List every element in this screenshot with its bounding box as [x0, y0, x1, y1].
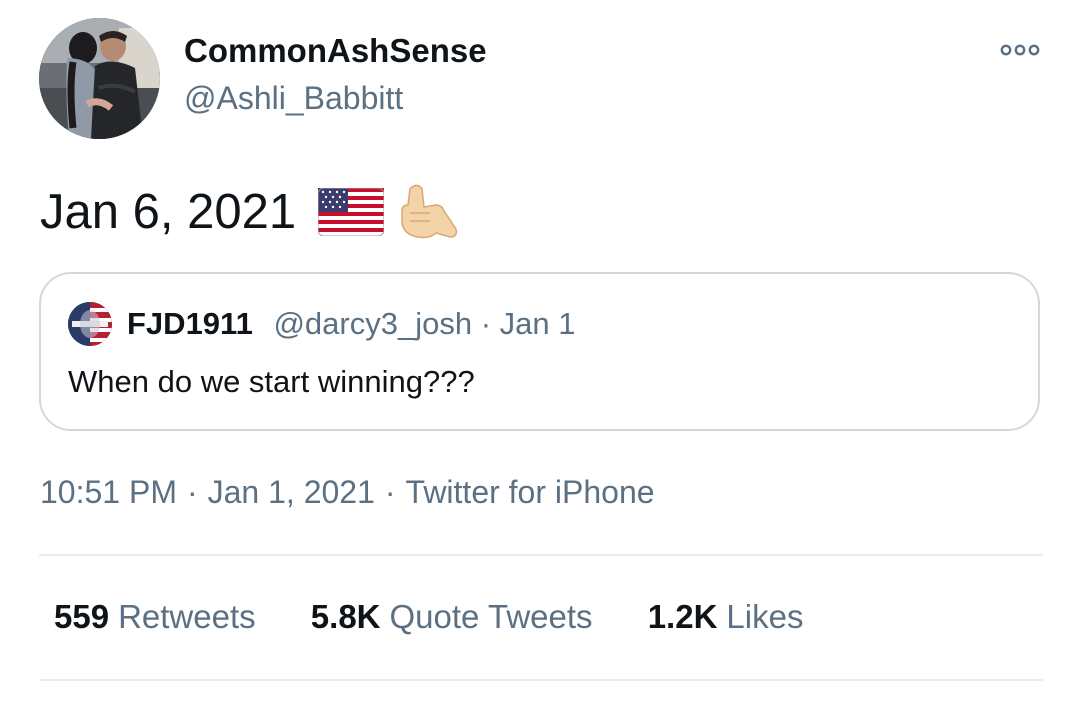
meta-separator-2: · — [384, 474, 396, 510]
tweet-source[interactable]: Twitter for iPhone — [406, 474, 655, 510]
likes-count: 1.2K — [647, 598, 718, 635]
quote-tweets-stat[interactable]: 5.8K Quote Tweets — [311, 598, 593, 636]
quoted-tweet-header: FJD1911 @darcy3_josh · Jan 1 — [127, 302, 576, 346]
profile-photo-icon — [39, 18, 160, 139]
retweets-stat[interactable]: 559 Retweets — [54, 598, 256, 636]
quoted-author-name[interactable]: FJD1911 — [127, 306, 253, 341]
divider — [39, 679, 1043, 681]
divider — [39, 554, 1043, 556]
quoted-tweet-text: When do we start winning??? — [68, 364, 475, 399]
retweets-label: Retweets — [118, 598, 256, 635]
tweet-body: Jan 6, 2021 — [40, 180, 458, 244]
author-avatar[interactable] — [39, 18, 160, 139]
quoted-separator: · — [480, 306, 492, 341]
quoted-author-handle[interactable]: @darcy3_josh — [273, 306, 472, 341]
us-flag-emoji-icon — [318, 188, 385, 236]
quoted-author-avatar[interactable] — [68, 302, 112, 346]
tweet-time[interactable]: 10:51 PM — [40, 474, 177, 510]
likes-stat[interactable]: 1.2K Likes — [648, 598, 804, 636]
quote-tweets-label: Quote Tweets — [389, 598, 593, 635]
tweet-meta: 10:51 PM · Jan 1, 2021 · Twitter for iPhone — [40, 474, 655, 511]
meta-separator: · — [186, 474, 198, 510]
more-options-icon — [1000, 44, 1040, 56]
quote-tweets-count: 5.8K — [310, 598, 381, 635]
author-display-name[interactable]: CommonAshSense — [184, 32, 487, 70]
retweets-count: 559 — [54, 598, 110, 635]
call-me-hand-emoji-icon — [392, 181, 458, 243]
flag-avatar-icon — [68, 302, 112, 346]
author-handle[interactable]: @Ashli_Babbitt — [184, 80, 403, 117]
tweet-date[interactable]: Jan 1, 2021 — [208, 474, 375, 510]
engagement-stats: 559 Retweets 5.8K Quote Tweets 1.2K Likes — [54, 598, 849, 636]
tweet-text: Jan 6, 2021 — [40, 185, 297, 239]
quoted-tweet-card[interactable]: FJD1911 @darcy3_josh · Jan 1 When do we … — [39, 272, 1040, 431]
quoted-tweet-date[interactable]: Jan 1 — [500, 306, 576, 341]
likes-label: Likes — [726, 598, 804, 635]
more-options-button[interactable] — [996, 38, 1044, 62]
